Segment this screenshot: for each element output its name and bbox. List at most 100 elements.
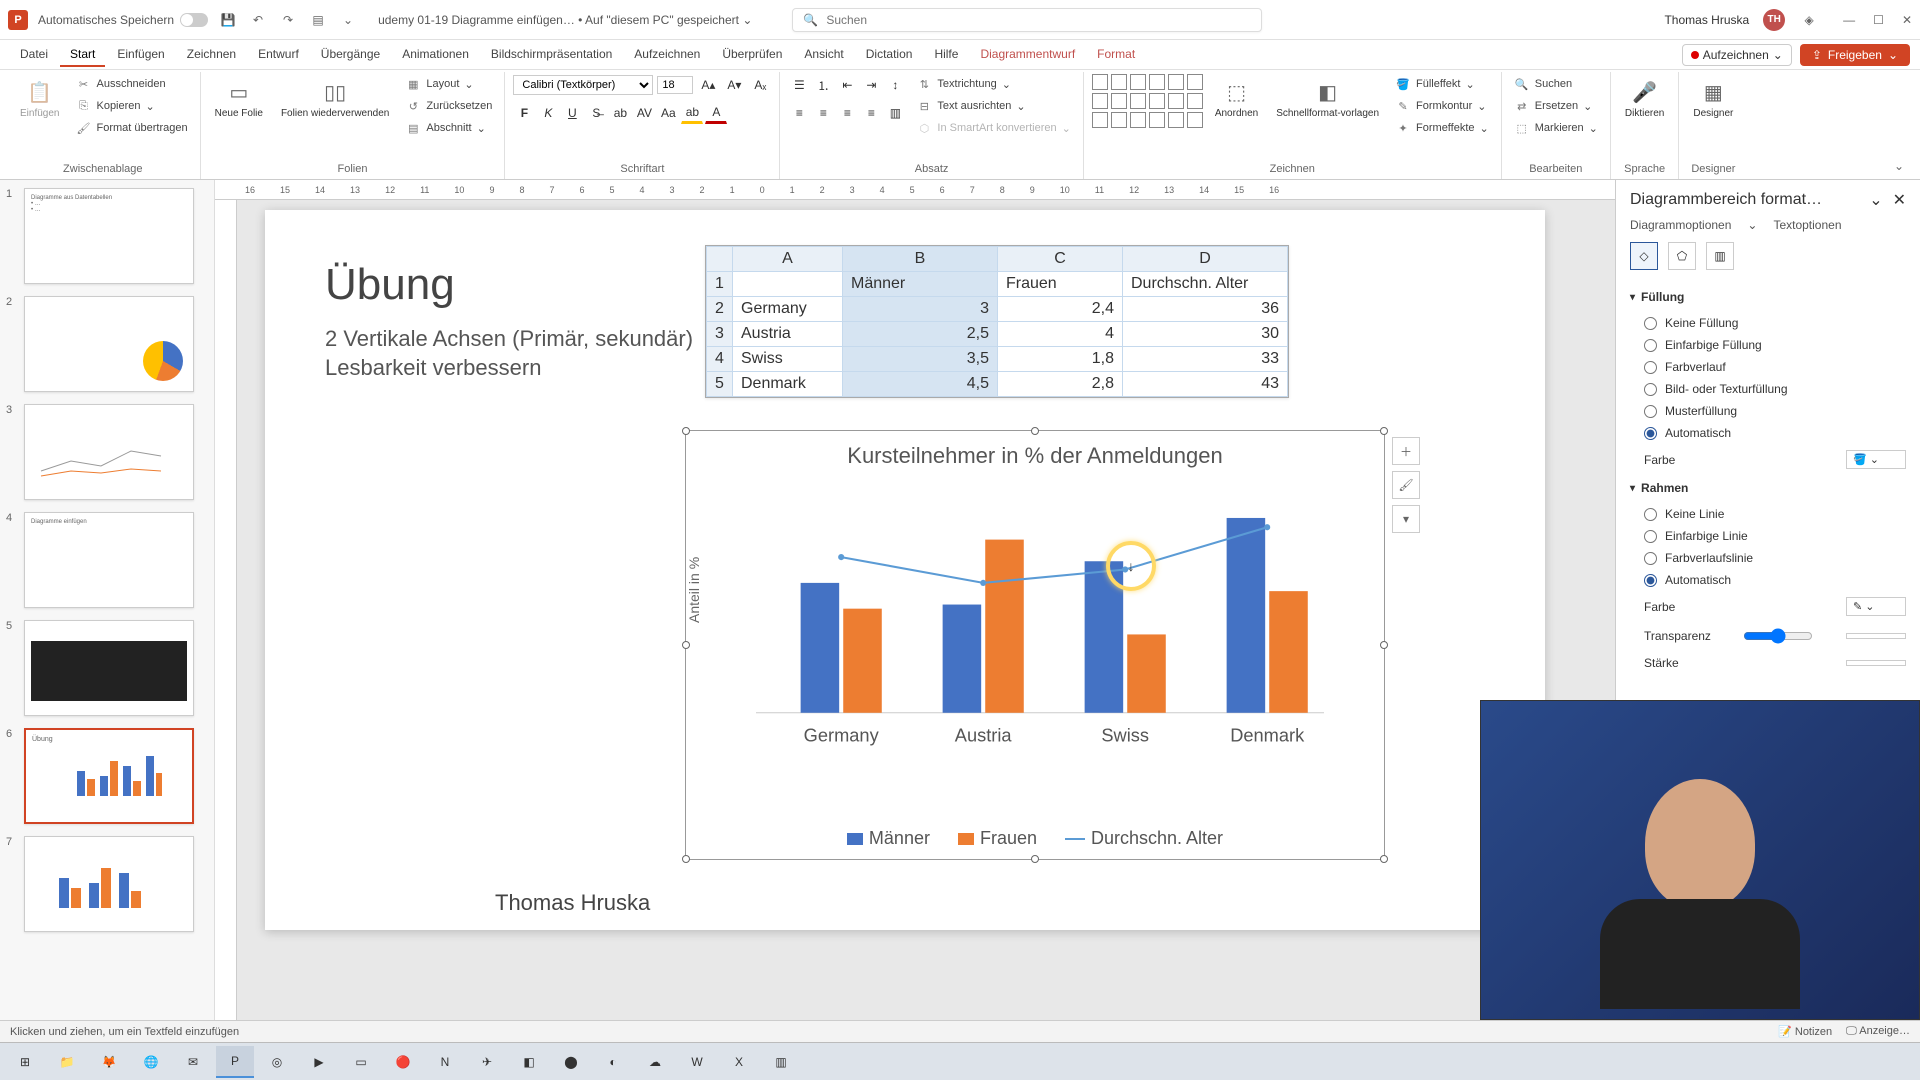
numbering-button[interactable]: ⒈ [812, 74, 834, 96]
line-spacing-button[interactable]: ↕ [884, 74, 906, 96]
underline-button[interactable]: U [561, 102, 583, 124]
tab-einfuegen[interactable]: Einfügen [107, 43, 174, 67]
thumb-4[interactable]: Diagramme einfügen [24, 512, 194, 608]
chart-filters-button[interactable]: ▾ [1392, 505, 1420, 533]
spacing-button[interactable]: AV [633, 102, 655, 124]
tab-uebergaenge[interactable]: Übergänge [311, 43, 390, 67]
close-icon[interactable]: ✕ [1902, 13, 1912, 27]
tab-dictation[interactable]: Dictation [856, 43, 923, 67]
size-tab-icon[interactable]: ▥ [1706, 242, 1734, 270]
border-option[interactable]: Farbverlaufslinie [1644, 551, 1906, 565]
author-text[interactable]: Thomas Hruska [495, 890, 650, 916]
app-icon[interactable]: ▭ [342, 1046, 380, 1078]
tab-bildschirmpraesentation[interactable]: Bildschirmpräsentation [481, 43, 622, 67]
shape-fill-button[interactable]: 🪣Fülleffekt⌄ [1391, 74, 1493, 94]
border-section-header[interactable]: Rahmen [1630, 481, 1906, 495]
width-input[interactable] [1846, 660, 1906, 666]
pane-close-icon[interactable]: ✕ [1893, 190, 1906, 210]
layout-button[interactable]: ▦Layout⌄ [401, 74, 496, 94]
strikethrough-button[interactable]: S̶ [585, 102, 607, 124]
increase-indent-button[interactable]: ⇥ [860, 74, 882, 96]
reset-button[interactable]: ↺Zurücksetzen [401, 96, 496, 116]
section-button[interactable]: ▤Abschnitt⌄ [401, 118, 496, 138]
font-size-input[interactable] [657, 76, 693, 94]
justify-button[interactable]: ≡ [860, 102, 882, 124]
autosave-toggle[interactable]: Automatisches Speichern [38, 13, 208, 27]
document-title[interactable]: udemy 01-19 Diagramme einfügen… • Auf "d… [378, 13, 752, 27]
pane-options-icon[interactable]: ⌄ [1869, 190, 1882, 210]
new-slide-button[interactable]: ▭Neue Folie [209, 74, 269, 123]
fill-line-tab-icon[interactable]: ◇ [1630, 242, 1658, 270]
replace-button[interactable]: ⇄Ersetzen⌄ [1510, 96, 1602, 116]
app-icon[interactable]: ◧ [510, 1046, 548, 1078]
undo-icon[interactable]: ↶ [248, 10, 268, 30]
fill-section-header[interactable]: Füllung [1630, 290, 1906, 304]
app-icon[interactable]: ⬤ [552, 1046, 590, 1078]
paste-button[interactable]: 📋Einfügen [14, 74, 65, 123]
customize-qat-icon[interactable]: ⌄ [338, 10, 358, 30]
share-button[interactable]: ⇪Freigeben⌄ [1800, 44, 1910, 66]
subtab-textoptionen[interactable]: Textoptionen [1773, 218, 1841, 232]
fill-option[interactable]: Farbverlauf [1644, 360, 1906, 374]
align-center-button[interactable]: ≡ [812, 102, 834, 124]
decrease-font-icon[interactable]: A▾ [723, 74, 745, 96]
thumb-2[interactable] [24, 296, 194, 392]
dictate-button[interactable]: 🎤Diktieren [1619, 74, 1670, 123]
text-direction-button[interactable]: ⇅Textrichtung⌄ [912, 74, 1074, 94]
chart-title[interactable]: Kursteilnehmer in % der Anmeldungen [686, 443, 1384, 469]
case-button[interactable]: Aa [657, 102, 679, 124]
border-option[interactable]: Einfarbige Linie [1644, 529, 1906, 543]
slide-canvas[interactable]: Übung 2 Vertikale Achsen (Primär, sekund… [265, 210, 1545, 930]
maximize-icon[interactable]: ☐ [1873, 13, 1884, 27]
excel-icon[interactable]: X [720, 1046, 758, 1078]
tab-aufzeichnen[interactable]: Aufzeichnen [624, 43, 710, 67]
cut-button[interactable]: ✂Ausschneiden [71, 74, 191, 94]
transparency-slider[interactable] [1743, 628, 1813, 644]
border-color-picker[interactable]: ✎ ⌄ [1846, 597, 1906, 616]
slide-thumbnails-panel[interactable]: 1Diagramme aus Datentabellen• …• … 2 3 4… [0, 180, 215, 1020]
slide-title[interactable]: Übung [325, 260, 455, 310]
align-left-button[interactable]: ≡ [788, 102, 810, 124]
redo-icon[interactable]: ↷ [278, 10, 298, 30]
telegram-icon[interactable]: ✈ [468, 1046, 506, 1078]
shape-outline-button[interactable]: ✎Formkontur⌄ [1391, 96, 1493, 116]
app-icon[interactable]: ☁ [636, 1046, 674, 1078]
chart-object[interactable]: Kursteilnehmer in % der Anmeldungen Ante… [685, 430, 1385, 860]
collapse-ribbon-icon[interactable]: ⌄ [1884, 153, 1914, 179]
font-color-button[interactable]: A [705, 102, 727, 124]
tab-ansicht[interactable]: Ansicht [794, 43, 853, 67]
align-text-button[interactable]: ⊟Text ausrichten⌄ [912, 96, 1074, 116]
tab-datei[interactable]: Datei [10, 43, 58, 67]
fill-option[interactable]: Musterfüllung [1644, 404, 1906, 418]
tab-hilfe[interactable]: Hilfe [924, 43, 968, 67]
tab-zeichnen[interactable]: Zeichnen [177, 43, 246, 67]
search-input[interactable] [826, 13, 1251, 27]
tab-start[interactable]: Start [60, 43, 105, 67]
format-painter-button[interactable]: 🖌Format übertragen [71, 118, 191, 138]
increase-font-icon[interactable]: A▴ [697, 74, 719, 96]
transparency-input[interactable] [1846, 633, 1906, 639]
y-axis-label[interactable]: Anteil in % [686, 557, 702, 623]
user-name[interactable]: Thomas Hruska [1664, 13, 1749, 27]
search-box[interactable]: 🔍 [792, 8, 1262, 32]
clear-formatting-icon[interactable]: Aₓ [749, 74, 771, 96]
font-name-select[interactable]: Calibri (Textkörper) [513, 75, 653, 95]
tab-entwurf[interactable]: Entwurf [248, 43, 309, 67]
onenote-icon[interactable]: N [426, 1046, 464, 1078]
diamond-icon[interactable]: ◈ [1799, 10, 1819, 30]
toggle-switch-icon[interactable] [180, 13, 208, 27]
tab-diagrammentwurf[interactable]: Diagrammentwurf [970, 43, 1085, 67]
columns-button[interactable]: ▥ [884, 102, 906, 124]
copy-button[interactable]: ⎘Kopieren⌄ [71, 96, 191, 116]
chart-elements-button[interactable]: ＋ [1392, 437, 1420, 465]
tab-format[interactable]: Format [1087, 43, 1145, 67]
thumb-1[interactable]: Diagramme aus Datentabellen• …• … [24, 188, 194, 284]
thumb-5[interactable] [24, 620, 194, 716]
find-button[interactable]: 🔍Suchen [1510, 74, 1602, 94]
slide-subtitle[interactable]: 2 Vertikale Achsen (Primär, sekundär) Le… [325, 325, 693, 382]
firefox-icon[interactable]: 🦊 [90, 1046, 128, 1078]
app-icon[interactable]: ◐ [594, 1046, 632, 1078]
user-avatar[interactable]: TH [1763, 9, 1785, 31]
start-button[interactable]: ⊞ [6, 1046, 44, 1078]
record-button[interactable]: Aufzeichnen⌄ [1682, 44, 1792, 66]
